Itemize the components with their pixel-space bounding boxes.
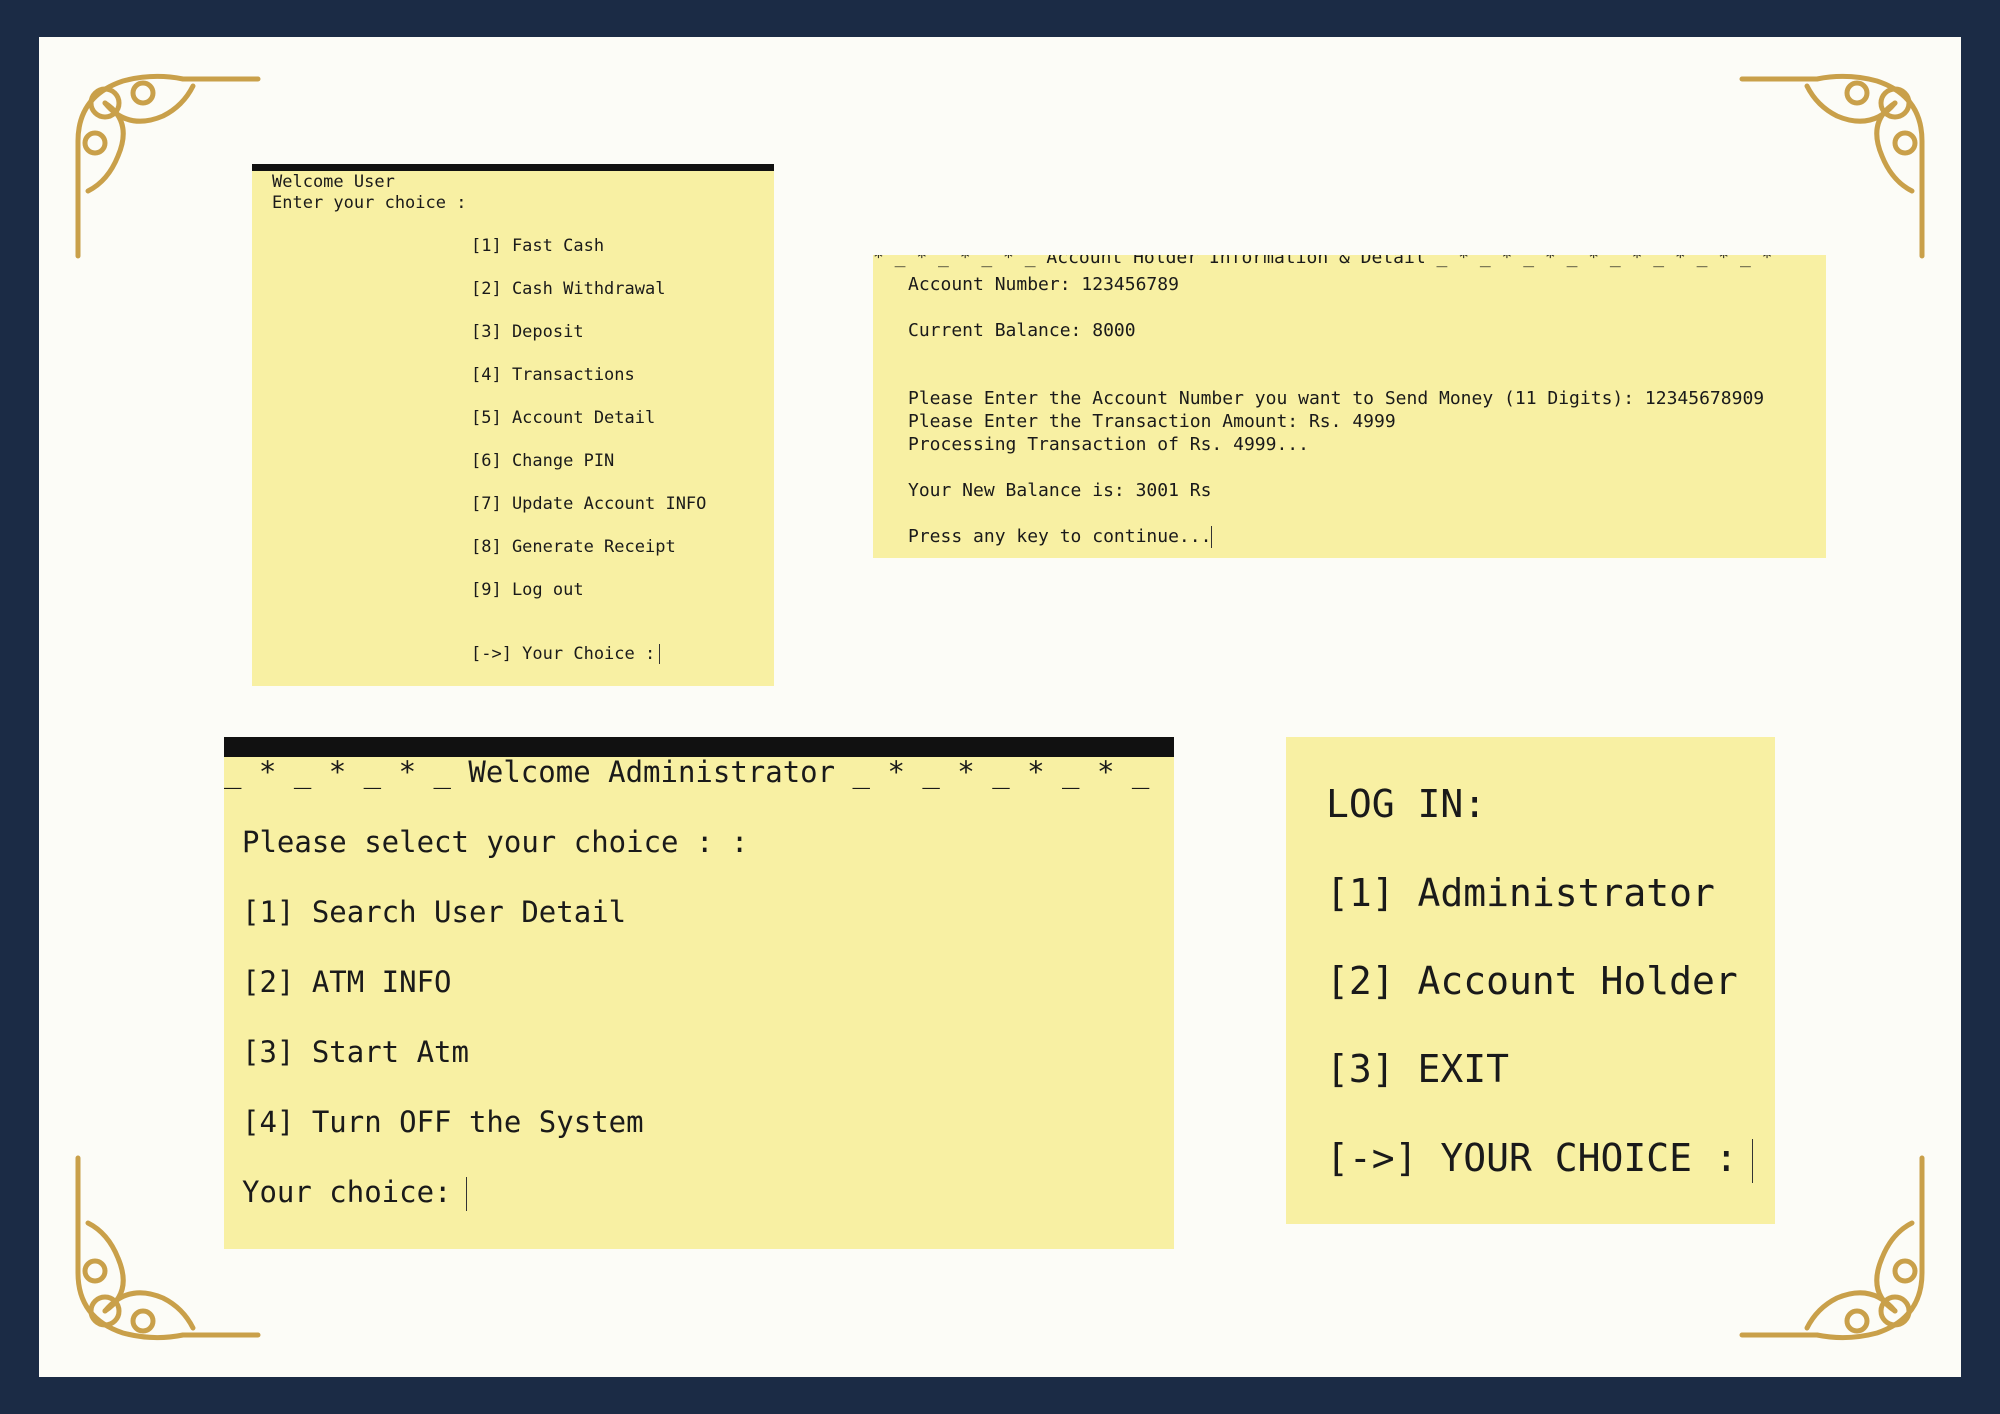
menu-option-atm-info[interactable]: [2] ATM INFO [242,965,452,999]
menu-option-account-detail[interactable]: [5] Account Detail [471,408,655,428]
account-number-text: Account Number: 123456789 [908,274,1179,295]
menu-option-exit[interactable]: [3] EXIT [1326,1047,1509,1091]
send-money-prompt: Please Enter the Account Number you want… [908,388,1765,409]
admin-prompt-text: Please select your choice : : [242,825,749,859]
menu-option-cash-withdrawal[interactable]: [2] Cash Withdrawal [471,279,665,299]
continue-input[interactable]: Press any key to continue... [908,526,1213,548]
menu-option-account-holder[interactable]: [2] Account Holder [1326,959,1738,1003]
menu-option-generate-receipt[interactable]: [8] Generate Receipt [471,537,676,557]
menu-option-start-atm[interactable]: [3] Start Atm [242,1035,469,1069]
text-cursor [659,644,661,664]
choice-input[interactable]: [->] Your Choice : [471,644,661,664]
text-cursor [1751,1138,1753,1183]
processing-text: Processing Transaction of Rs. 4999... [908,434,1309,455]
menu-option-fast-cash[interactable]: [1] Fast Cash [471,236,604,256]
amount-prompt: Please Enter the Transaction Amount: Rs.… [908,411,1396,432]
account-detail-terminal: * _ * _ * _ * _ Account Holder Informati… [873,255,1826,558]
menu-option-log-out[interactable]: [9] Log out [471,580,584,600]
continue-prompt: Press any key to continue... [908,526,1212,547]
menu-option-update-account-info[interactable]: [7] Update Account INFO [471,494,706,514]
login-menu-terminal: LOG IN: [1] Administrator [2] Account Ho… [1286,737,1775,1224]
prompt-text: Enter your choice : [272,193,467,213]
menu-option-change-pin[interactable]: [6] Change PIN [471,451,614,471]
corner-ornament-icon [75,73,261,259]
login-title: LOG IN: [1326,782,1487,826]
menu-option-search-user-detail[interactable]: [1] Search User Detail [242,895,626,929]
section-header: * _ * _ * _ * _ Account Holder Informati… [873,255,1773,268]
choice-prompt: [->] Your Choice : [471,644,656,664]
terminal-title-bar [252,164,774,171]
terminal-title-bar [224,737,1174,757]
menu-option-administrator[interactable]: [1] Administrator [1326,871,1715,915]
text-cursor [465,1177,467,1211]
choice-input[interactable]: [->] YOUR CHOICE : [1326,1136,1753,1183]
admin-header: _ * _ * _ * _ Welcome Administrator _ * … [224,755,1150,789]
user-menu-terminal: Welcome User Enter your choice : [1] Fas… [252,164,774,686]
choice-prompt: Your choice: [242,1175,452,1209]
choice-prompt: [->] YOUR CHOICE : [1326,1136,1738,1180]
menu-option-deposit[interactable]: [3] Deposit [471,322,584,342]
welcome-text: Welcome User [272,172,395,192]
choice-input[interactable]: Your choice: [242,1175,467,1211]
new-balance-text: Your New Balance is: 3001 Rs [908,480,1212,501]
menu-option-transactions[interactable]: [4] Transactions [471,365,635,385]
menu-option-turn-off-system[interactable]: [4] Turn OFF the System [242,1105,644,1139]
current-balance-text: Current Balance: 8000 [908,320,1136,341]
admin-menu-terminal: _ * _ * _ * _ Welcome Administrator _ * … [224,737,1174,1249]
corner-ornament-icon [1739,73,1925,259]
text-cursor [1211,526,1213,548]
